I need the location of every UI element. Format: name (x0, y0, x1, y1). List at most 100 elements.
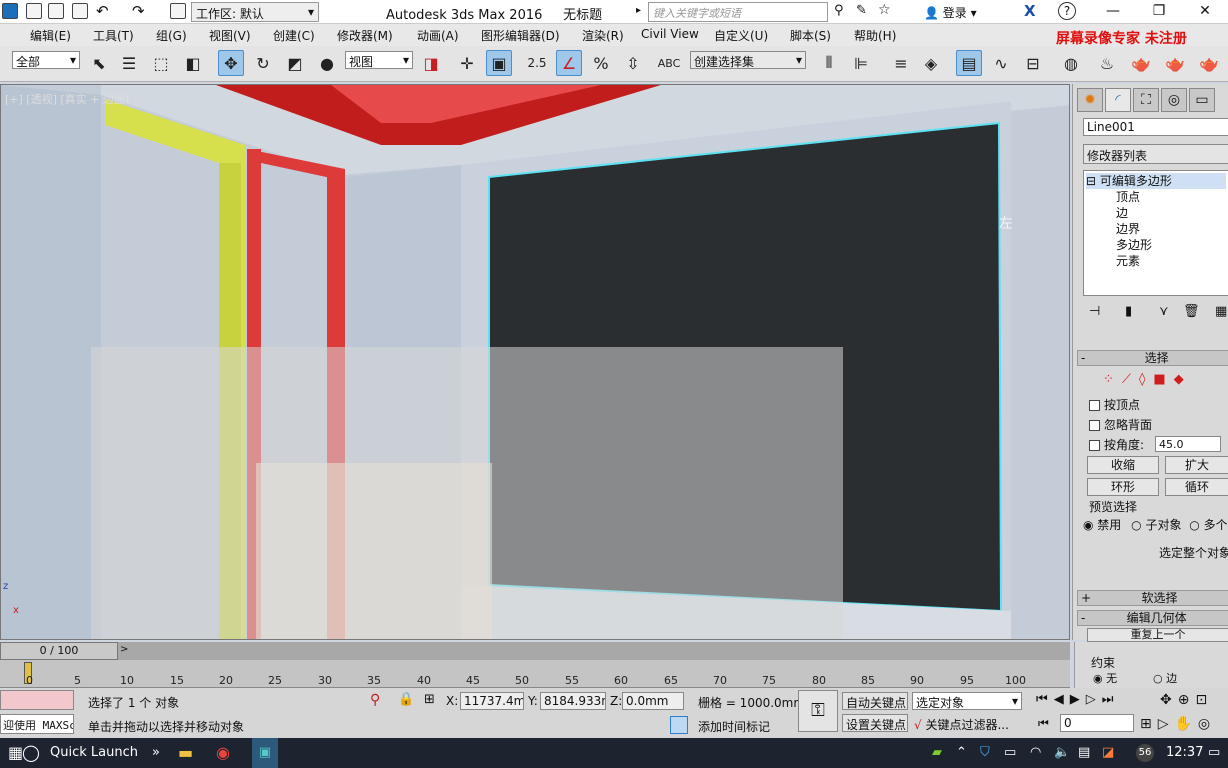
z-coord-field[interactable]: 0.0mm (622, 692, 684, 710)
select-object-icon[interactable]: ⬉ (86, 50, 112, 76)
stack-item-element[interactable]: 元素 (1086, 253, 1226, 269)
3dsmax-taskbar-icon[interactable]: ▣ (252, 738, 278, 768)
preview-subobject-radio[interactable]: ○ 子对象 (1131, 518, 1181, 532)
notification-icon[interactable]: ▤ (1078, 738, 1090, 768)
add-time-tag[interactable]: 添加时间标记 (698, 718, 770, 735)
edit-geometry-rollout-header[interactable]: - 编辑几何体 (1077, 610, 1228, 626)
repeat-last-button[interactable]: 重复上一个 (1087, 628, 1228, 642)
viewcube[interactable]: 左 (999, 213, 1035, 241)
schematic-view-icon[interactable]: ⊟ (1020, 50, 1046, 76)
reference-coordinate-dropdown[interactable]: 视图 ▾ (345, 51, 413, 69)
undo-icon[interactable]: ↶ (96, 2, 109, 20)
render-iterative-icon[interactable]: 🫖 (1196, 50, 1222, 76)
angle-value-field[interactable]: 45.0 (1155, 436, 1221, 452)
preview-off-radio[interactable]: ◉ 禁用 (1083, 518, 1121, 532)
subobject-level-icons[interactable]: ⁘⟋◊■◆ (1103, 372, 1192, 387)
curve-editor-icon[interactable]: ∿ (988, 50, 1014, 76)
hierarchy-tab-icon[interactable]: ⛶ (1133, 88, 1159, 112)
display-tab-icon[interactable]: ▭ (1189, 88, 1215, 112)
file-explorer-icon[interactable]: ▬ (178, 738, 193, 768)
window-crossing-icon[interactable]: ◧ (180, 50, 206, 76)
menu-scripting[interactable]: 脚本(S) (790, 27, 831, 44)
close-icon[interactable]: ✕ (1182, 0, 1228, 24)
viewport-nav-row1[interactable]: ✥⊕⊡ (1160, 692, 1213, 708)
viewport-nav-row2[interactable]: ⊞▷✋◎ (1140, 716, 1216, 732)
go-to-start-icon[interactable]: ⏮ (1038, 716, 1049, 731)
menu-create[interactable]: 创建(C) (273, 27, 315, 44)
layer-manager-icon[interactable]: ◈ (918, 50, 944, 76)
maxscript-listener-pink[interactable] (0, 690, 74, 710)
current-frame-field[interactable]: 0 (1060, 714, 1134, 732)
selection-rollout-header[interactable]: - 选择 (1077, 350, 1228, 366)
rendered-frame-window-icon[interactable]: 🫖 (1128, 50, 1154, 76)
constraint-none-radio[interactable]: ◉ 无 (1093, 670, 1117, 686)
menu-customize[interactable]: 自定义(U) (714, 27, 768, 44)
tray-up-icon[interactable]: ⌃ (956, 738, 967, 768)
show-end-result-icon[interactable]: ▮ (1125, 304, 1132, 319)
playback-controls[interactable]: ⏮◀▶▷⏭ (1036, 692, 1119, 707)
login-button[interactable]: 👤 登录 ▾ (924, 4, 977, 21)
menu-animation[interactable]: 动画(A) (417, 27, 459, 44)
modify-tab-icon[interactable]: ◜ (1105, 88, 1131, 112)
material-editor-icon[interactable]: ◍ (1058, 50, 1084, 76)
select-by-name-icon[interactable]: ☰ (116, 50, 142, 76)
menu-modifiers[interactable]: 修改器(M) (337, 27, 393, 44)
menu-rendering[interactable]: 渲染(R) (582, 27, 624, 44)
auto-key-button[interactable]: 自动关键点 (842, 692, 908, 710)
new-file-icon[interactable] (26, 3, 42, 19)
set-key-button[interactable]: 设置关键点 (842, 714, 908, 732)
configure-sets-icon[interactable]: ▦ (1215, 304, 1227, 319)
project-folder-icon[interactable] (170, 3, 186, 19)
spinner-snap-icon[interactable]: ⇳ (620, 50, 646, 76)
motion-tab-icon[interactable]: ◎ (1161, 88, 1187, 112)
viewport-label[interactable]: [+] [透视] [真实 + 边面] (5, 91, 129, 107)
absolute-mode-icon[interactable]: ⊞ (424, 692, 435, 707)
open-file-icon[interactable] (48, 3, 64, 19)
percent-snap-icon[interactable]: % (588, 50, 614, 76)
isolate-selection-icon[interactable]: ⚲ (370, 692, 380, 708)
ring-button[interactable]: 环形 (1087, 478, 1159, 496)
stack-item-vertex[interactable]: 顶点 (1086, 189, 1226, 205)
preview-multi-radio[interactable]: ○ 多个 (1189, 518, 1227, 532)
key-filters-button[interactable]: √ 关键点过滤器... (914, 716, 1009, 733)
save-icon[interactable] (72, 3, 88, 19)
render-production-icon[interactable]: 🫖 (1162, 50, 1188, 76)
app-tray-icon[interactable]: ◪ (1102, 738, 1114, 768)
nvidia-icon[interactable]: ▰ (932, 738, 942, 768)
binoculars-icon[interactable]: ⚲ (834, 3, 844, 18)
rectangular-selection-icon[interactable]: ⬚ (148, 50, 174, 76)
edit-named-selection-icon[interactable]: ABC (656, 50, 682, 76)
clock[interactable]: 12:37 (1166, 738, 1203, 768)
snaps-toggle-icon[interactable]: 2.5 (524, 50, 550, 76)
start-icon[interactable]: ▦ (8, 738, 23, 768)
workspace-dropdown[interactable]: 工作区: 默认 ▾ (191, 2, 319, 22)
select-and-scale-icon[interactable]: ◩ (282, 50, 308, 76)
mirror-icon[interactable]: ⫴ (816, 50, 842, 76)
redo-icon[interactable]: ↷ (132, 2, 145, 20)
app-menu-icon[interactable] (2, 3, 18, 19)
action-center-icon[interactable]: ▭ (1208, 738, 1220, 768)
time-slider-track[interactable] (0, 642, 1070, 660)
remove-modifier-icon[interactable]: 🗑 (1183, 304, 1200, 319)
x-coord-field[interactable]: 11737.4mm (460, 692, 524, 710)
align-icon[interactable]: ⊫ (848, 50, 874, 76)
help-icon[interactable]: ? (1058, 2, 1076, 20)
layer-explorer-icon[interactable]: ≡ (888, 50, 914, 76)
modifier-list-dropdown[interactable]: 修改器列表 (1083, 144, 1228, 164)
constraint-edge-radio[interactable]: ○ 边 (1153, 670, 1177, 686)
render-setup-icon[interactable]: ♨ (1094, 50, 1120, 76)
pin-stack-icon[interactable]: ⊣ (1089, 304, 1100, 319)
selection-filter-dropdown[interactable]: 全部 ▾ (12, 51, 80, 69)
cortana-icon[interactable]: ◯ (22, 738, 40, 768)
shrink-button[interactable]: 收缩 (1087, 456, 1159, 474)
select-and-rotate-icon[interactable]: ↻ (250, 50, 276, 76)
show-more-icon[interactable]: » (152, 738, 160, 768)
stack-item-polygon[interactable]: 多边形 (1086, 237, 1226, 253)
make-unique-icon[interactable]: ⋎ (1159, 304, 1169, 319)
by-vertex-checkbox[interactable]: 按顶点 (1089, 396, 1140, 413)
soft-selection-rollout-header[interactable]: + 软选择 (1077, 590, 1228, 606)
quick-launch-label[interactable]: Quick Launch (50, 738, 138, 768)
select-and-place-icon[interactable]: ● (314, 50, 340, 76)
time-slider[interactable]: 0 / 100 (0, 642, 118, 660)
volume-icon[interactable]: 🔈 (1054, 738, 1070, 768)
